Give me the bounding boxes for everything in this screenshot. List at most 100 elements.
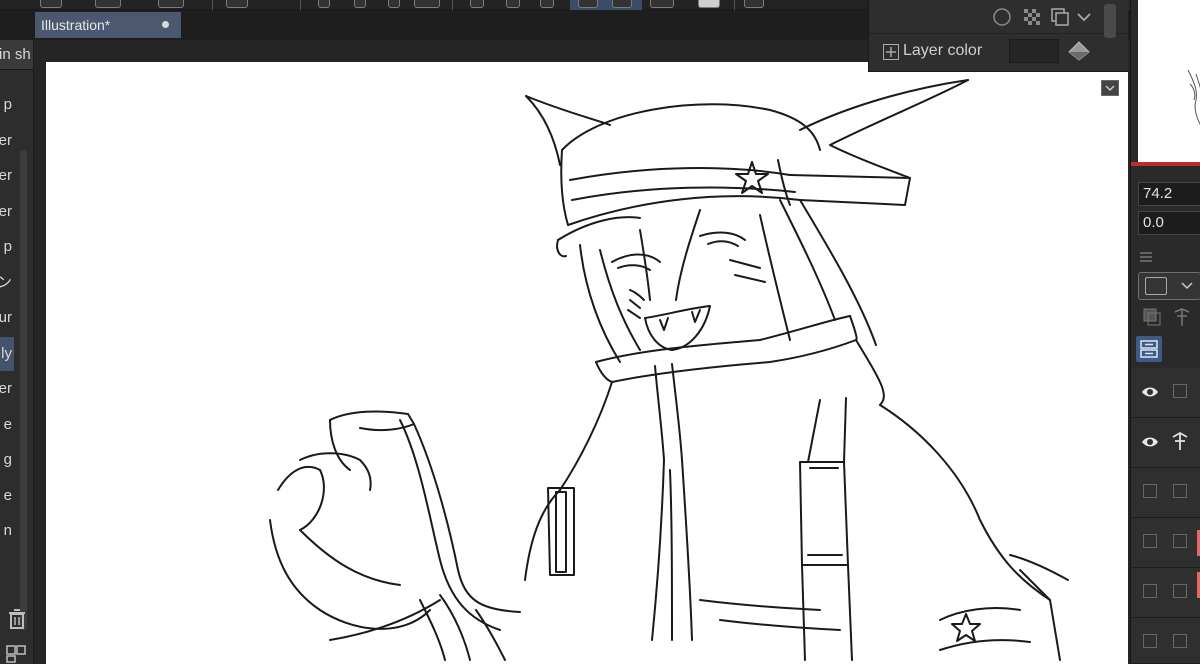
brush-item-label: ly — [1, 344, 12, 362]
brush-item-label: g — [3, 451, 12, 468]
toolbar-button[interactable] — [578, 0, 598, 8]
toolbar-divider — [212, 0, 213, 10]
chevron-down-icon — [1181, 282, 1193, 290]
layer-row[interactable] — [1131, 568, 1200, 618]
toolbar-button[interactable] — [414, 0, 440, 8]
layer-property-panel: Layer color — [868, 0, 1129, 96]
clip-layer-icon[interactable] — [1141, 306, 1163, 328]
fill-icon[interactable] — [1067, 40, 1090, 62]
checker-icon[interactable] — [1021, 6, 1043, 28]
brush-item-label: er — [0, 380, 12, 397]
brush-item[interactable]: e — [0, 408, 14, 442]
lock-icon[interactable] — [1173, 584, 1187, 598]
brush-item[interactable]: n — [0, 514, 14, 548]
brush-item-label: er — [0, 167, 12, 184]
right-panel: 74.2 0.0 — [1130, 0, 1200, 664]
eye-icon[interactable] — [1141, 384, 1159, 400]
expand-chevron-icon[interactable] — [1101, 80, 1119, 96]
brush-item[interactable]: ly — [0, 336, 14, 371]
layer-row[interactable] — [1131, 618, 1200, 664]
toolbar-button[interactable] — [650, 0, 674, 8]
brush-item[interactable]: er — [0, 159, 14, 193]
visibility-checkbox[interactable] — [1143, 634, 1157, 648]
lock-icon[interactable] — [1173, 484, 1187, 498]
toolbar-button[interactable] — [506, 0, 520, 8]
eye-icon[interactable] — [1141, 434, 1159, 450]
brush-item[interactable]: p — [0, 230, 14, 264]
chevron-down-icon[interactable] — [1073, 6, 1095, 28]
layer-row[interactable] — [1131, 368, 1200, 418]
brush-list-scrollbar[interactable] — [20, 150, 27, 630]
sub-tool-header[interactable]: in sh — [0, 40, 33, 70]
brush-item[interactable]: er — [0, 372, 14, 406]
brush-item[interactable]: er — [0, 195, 14, 229]
lock-icon[interactable] — [1173, 634, 1187, 648]
toolbar-divider — [300, 0, 301, 10]
visibility-checkbox[interactable] — [1143, 484, 1157, 498]
toolbar-button[interactable] — [226, 0, 248, 8]
brush-item-label: e — [3, 415, 12, 433]
layer-row[interactable] — [1131, 468, 1200, 518]
toolbar-button[interactable] — [388, 0, 400, 8]
brush-item[interactable]: ur — [0, 301, 14, 335]
lineart-artwork — [269, 79, 1069, 661]
brush-item-label: ur — [0, 309, 12, 326]
layer-row[interactable] — [1131, 518, 1200, 568]
drawing-canvas[interactable] — [46, 62, 1128, 664]
layer-list-icon[interactable] — [1136, 336, 1162, 362]
opacity-field[interactable]: 74.2 — [1138, 182, 1200, 206]
toolbar-button[interactable] — [158, 0, 184, 8]
layer-color-label: Layer color — [903, 42, 983, 59]
toolbar-divider — [734, 0, 735, 10]
visibility-checkbox[interactable] — [1143, 534, 1157, 548]
layer-color-row: Layer color — [869, 36, 1129, 96]
canvas-area[interactable] — [34, 40, 1130, 664]
brush-item-label: p — [3, 238, 12, 255]
brush-item[interactable]: e — [0, 479, 14, 513]
brush-item-label: er — [0, 131, 12, 149]
visibility-checkbox[interactable] — [1143, 584, 1157, 598]
menu-icon[interactable] — [1139, 250, 1153, 264]
brush-item-label: e — [3, 486, 12, 504]
toolbar-button[interactable] — [318, 0, 330, 8]
brush-item[interactable]: p — [0, 88, 14, 122]
toolbar-divider — [452, 0, 453, 10]
brush-item-label: n — [3, 522, 12, 539]
lock-icon[interactable] — [1173, 534, 1187, 548]
brush-item-label: er — [0, 202, 12, 220]
toolbar-button[interactable] — [470, 0, 484, 8]
ruler-icon[interactable] — [1171, 306, 1193, 328]
offset-field[interactable]: 0.0 — [1138, 211, 1200, 235]
layer-color-swatch[interactable] — [1009, 39, 1059, 63]
layer-color-checkbox[interactable] — [883, 44, 899, 60]
toolbar-button[interactable] — [540, 0, 554, 8]
toolbar-button[interactable] — [698, 0, 720, 8]
toolbar-comment-button[interactable] — [744, 0, 764, 8]
toolbar-button[interactable] — [354, 0, 366, 8]
brush-item[interactable]: er — [0, 124, 14, 158]
navigator-accent-bar — [1131, 162, 1200, 166]
copy-icon[interactable] — [1049, 6, 1071, 28]
grid-settings-icon[interactable] — [3, 640, 29, 664]
brush-item[interactable]: ン — [0, 266, 14, 300]
toolbar-button[interactable] — [612, 0, 632, 8]
sub-tool-panel: in sh perererpンurlyeregen — [0, 40, 34, 664]
blend-mode-select[interactable] — [1138, 272, 1200, 300]
layer-effect-row — [869, 0, 1129, 38]
unsaved-dot-icon[interactable] — [162, 21, 169, 28]
toolbar-button[interactable] — [40, 0, 62, 8]
circle-icon[interactable] — [991, 6, 1013, 28]
brush-item[interactable]: g — [0, 443, 14, 477]
brush-item-label: p — [3, 96, 12, 113]
toolbar-add-button[interactable] — [95, 0, 121, 8]
document-tab[interactable]: Illustration* — [35, 12, 181, 38]
lock-icon[interactable] — [1173, 384, 1187, 398]
trash-icon[interactable] — [4, 606, 30, 632]
property-scrollbar[interactable] — [1104, 4, 1116, 38]
ruler-icon[interactable] — [1169, 430, 1191, 452]
top-toolbar — [0, 0, 870, 10]
layer-row[interactable] — [1131, 418, 1200, 468]
navigator-preview[interactable] — [1138, 0, 1200, 162]
brush-item-label: ン — [0, 266, 12, 300]
sub-tool-header-label: in sh — [0, 46, 31, 63]
